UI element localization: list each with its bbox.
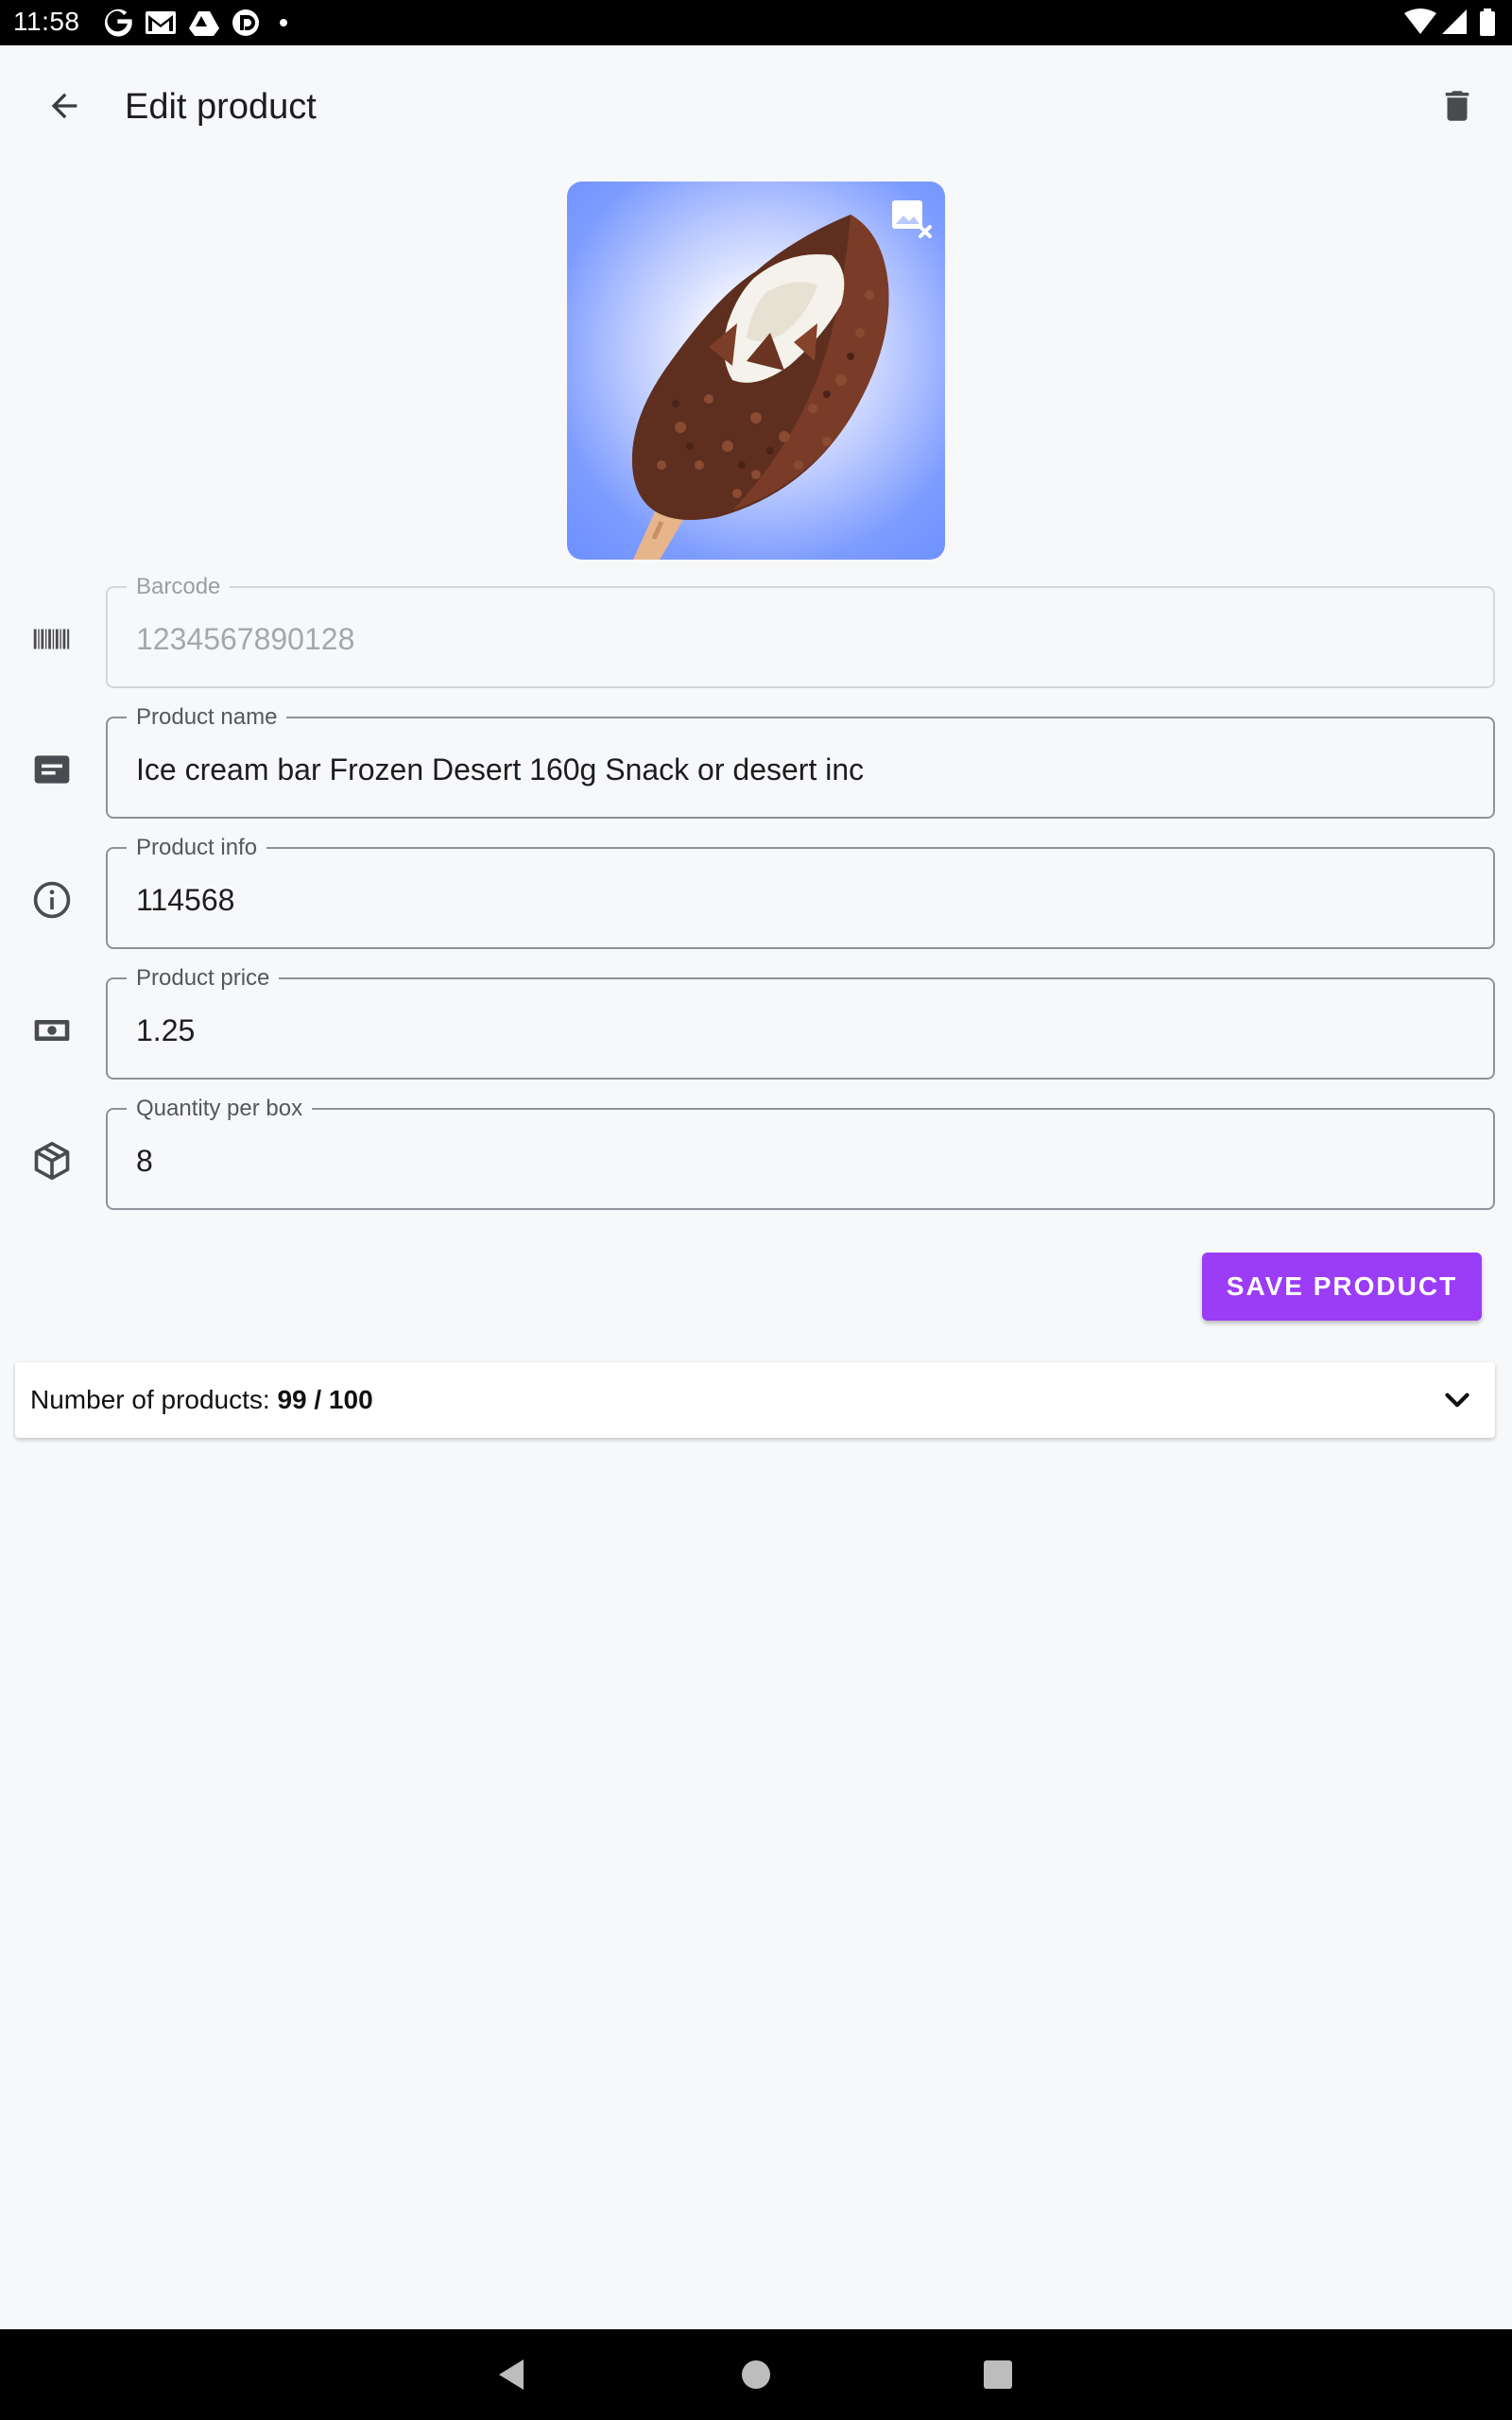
pocket-casts-icon — [232, 9, 259, 36]
battery-icon — [1480, 9, 1495, 36]
product-name-field[interactable]: Product name Ice cream bar Frozen Desert… — [106, 705, 1495, 819]
barcode-label: Barcode — [127, 575, 231, 599]
barcode-field: Barcode 1234567890128 — [106, 575, 1495, 688]
image-remove-icon[interactable] — [890, 199, 932, 240]
product-image[interactable] — [567, 182, 945, 560]
chevron-down-icon[interactable] — [1440, 1383, 1474, 1417]
money-icon — [30, 1009, 74, 1052]
product-count-card[interactable]: Number of products: 99 / 100 — [15, 1362, 1495, 1438]
product-count-value: 99 / 100 — [277, 1385, 373, 1414]
product-info-label: Product info — [127, 836, 267, 860]
status-time: 11:58 — [13, 7, 80, 36]
quantity-input[interactable]: 8 — [136, 1144, 1459, 1178]
quantity-field[interactable]: Quantity per box 8 — [106, 1097, 1495, 1210]
dot-icon — [280, 19, 287, 26]
notification-icons — [104, 9, 287, 37]
gmail-icon — [146, 11, 176, 34]
system-icons — [1404, 9, 1495, 36]
product-price-field[interactable]: Product price 1.25 — [106, 966, 1495, 1080]
product-price-input[interactable]: 1.25 — [136, 1013, 1459, 1047]
trash-icon — [1445, 91, 1469, 121]
delete-button[interactable] — [1419, 68, 1495, 144]
signal-icon — [1442, 9, 1467, 34]
save-product-button[interactable]: SAVE PRODUCT — [1202, 1253, 1482, 1321]
quantity-label: Quantity per box — [127, 1097, 313, 1121]
barcode-icon — [30, 617, 74, 661]
barcode-row: Barcode 1234567890128 — [0, 575, 1512, 690]
nav-back-icon[interactable] — [491, 2354, 533, 2395]
product-price-row: Product price 1.25 — [0, 966, 1512, 1081]
back-button[interactable] — [26, 68, 102, 144]
navigation-bar — [0, 2329, 1512, 2420]
nav-recents-icon[interactable] — [977, 2354, 1019, 2395]
app-bar: Edit product — [0, 45, 1512, 168]
product-count-label: Number of products: — [30, 1385, 278, 1414]
box-icon — [30, 1139, 74, 1183]
page-title: Edit product — [125, 87, 317, 127]
quantity-row: Quantity per box 8 — [0, 1097, 1512, 1212]
product-price-label: Product price — [127, 966, 280, 991]
product-name-label: Product name — [127, 705, 287, 730]
arrow-back-icon — [51, 93, 77, 119]
ice-cream-bar-photo — [631, 215, 889, 560]
product-info-field[interactable]: Product info 114568 — [106, 836, 1495, 949]
nav-home-icon[interactable] — [735, 2354, 777, 2395]
barcode-value: 1234567890128 — [136, 622, 355, 656]
product-count-text: Number of products: 99 / 100 — [30, 1385, 373, 1415]
product-info-input[interactable]: 114568 — [136, 883, 1459, 917]
product-info-row: Product info 114568 — [0, 836, 1512, 951]
info-icon — [30, 878, 74, 922]
google-icon — [104, 9, 132, 37]
wifi-icon — [1404, 9, 1436, 34]
drive-icon — [189, 11, 219, 36]
product-name-row: Product name Ice cream bar Frozen Desert… — [0, 705, 1512, 821]
label-icon — [30, 748, 74, 791]
status-bar: 11:58 — [0, 0, 1512, 45]
product-name-input[interactable]: Ice cream bar Frozen Desert 160g Snack o… — [136, 752, 1459, 786]
